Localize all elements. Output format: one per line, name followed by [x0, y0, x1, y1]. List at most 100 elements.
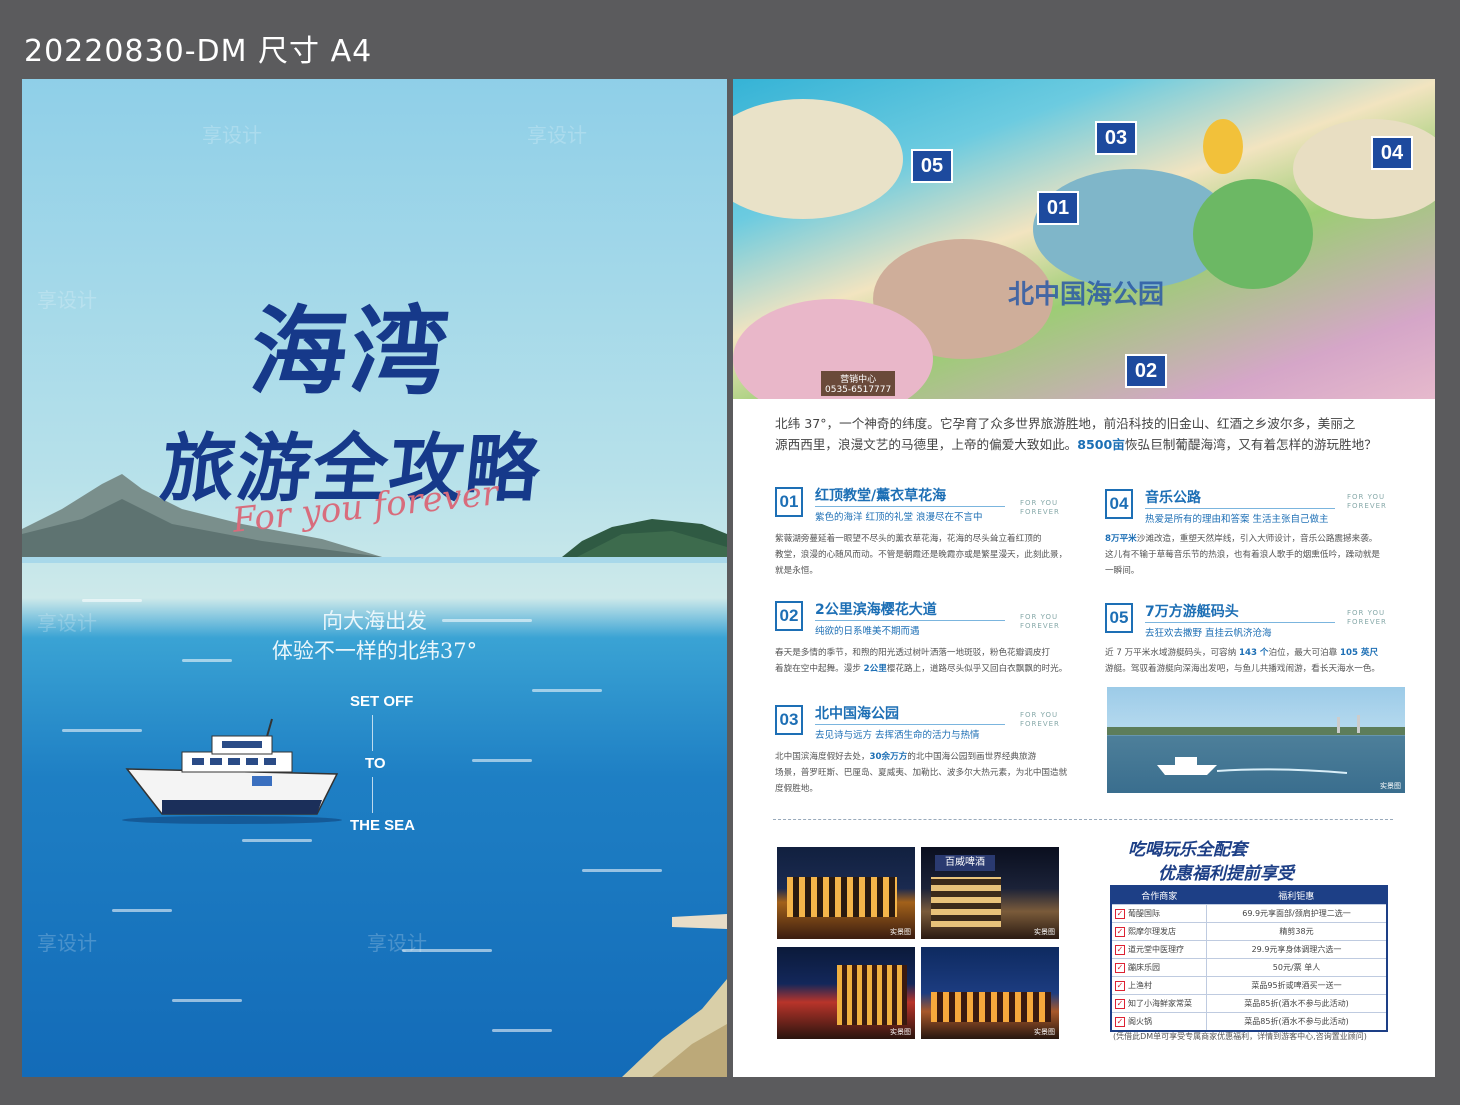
mountains-illustration	[22, 474, 727, 1077]
attraction-title: 红顶教堂/薰衣草花海	[815, 488, 947, 504]
wave	[112, 909, 172, 912]
sales-center-label: 营销中心	[840, 375, 877, 385]
wave	[582, 869, 662, 872]
table-row: ✓ 道元堂中医理疗 29.9元享身体调理六选一	[1112, 940, 1386, 959]
wave	[82, 599, 142, 602]
body-text: 近 7 万平米水域游艇码头，可容纳	[1105, 648, 1239, 658]
building-lights	[931, 877, 1001, 927]
body-text: 着旋在空中起舞。漫步	[775, 664, 864, 674]
attraction-subtitle: 纯欲的日系唯美不期而遇	[815, 626, 920, 637]
benefit-cell: 69.9元享面部/颈肩护理二选一	[1206, 904, 1386, 923]
for-you-forever-text: FOR YOU FOREVER	[1020, 711, 1060, 728]
perks-table-grid: 合作商家 福利钜惠 ✓ 葡醍国际 69.9元享面部/颈肩护理二选一 ✓ 熙摩尔理发店…	[1112, 887, 1386, 1030]
intro-line2-a: 源西西里，浪漫文艺的马德里，上帝的偏爱大致如此。	[775, 437, 1078, 452]
body-highlight: 143 个	[1238, 648, 1269, 658]
cover-slogan-line2: 体验不一样的北纬37°	[271, 639, 478, 663]
for-you-forever-text: FOR YOU FOREVER	[1020, 499, 1060, 516]
checkbox-icon: ✓	[1115, 927, 1125, 937]
merchant-cell: ✓ 熙摩尔理发店	[1112, 922, 1207, 941]
map-badge-01[interactable]: 01	[1037, 191, 1079, 225]
map-badge-05[interactable]: 05	[911, 149, 953, 183]
body-line: 近 7 万平米水域游艇码头，可容纳 143 个泊位，最大可泊靠 105 英尺	[1105, 645, 1405, 661]
map-badge-04[interactable]: 04	[1371, 136, 1413, 170]
page-header-title: 20220830-DM 尺寸 A4	[24, 34, 373, 69]
checkbox-icon: ✓	[1115, 963, 1125, 973]
map-badge-02[interactable]: 02	[1125, 354, 1167, 388]
wave	[472, 759, 532, 762]
attraction-number: 04	[1105, 489, 1133, 519]
horizon-line	[22, 557, 727, 563]
for-you-forever-text: FOR YOU FOREVER	[1347, 609, 1387, 626]
checkbox-icon: ✓	[1115, 909, 1125, 919]
benefit-cell: 菜品85折(酒水不参与此活动)	[1206, 994, 1386, 1013]
map-beach	[733, 99, 903, 219]
night-photo: 实景图	[777, 847, 915, 939]
map-badge-03[interactable]: 03	[1095, 121, 1137, 155]
attraction-body: 紫薇湖旁蔓延着一眼望不尽头的薰衣草花海，花海的尽头耸立着红顶的 教堂，浪漫的心随…	[775, 531, 1075, 579]
photo-caption: 实景图	[890, 1028, 911, 1036]
attraction-title: 7万方游艇码头	[1145, 604, 1239, 620]
map-garden	[1193, 179, 1313, 289]
table-row: ✓ 知了小海鲜家常菜 菜品85折(酒水不参与此活动)	[1112, 994, 1386, 1013]
merchant-name: 知了小海鲜家常菜	[1128, 999, 1192, 1008]
photo-caption: 实景图	[890, 928, 911, 936]
shop-sign: 百威啤酒	[935, 855, 995, 871]
body-highlight: 105 英尺	[1340, 648, 1379, 658]
map-park-name: 北中国海公园	[1008, 280, 1165, 310]
table-row: ✓ 葡醍国际 69.9元享面部/颈肩护理二选一	[1112, 904, 1386, 923]
section-divider	[773, 819, 1393, 820]
the-sea-text: THE SEA	[350, 817, 416, 834]
wave	[242, 839, 312, 842]
map-sales-center: 营销中心 0535-6517777	[821, 371, 896, 396]
night-photo: 实景图	[921, 947, 1059, 1039]
body-text: 北中国滨海度假好去处，	[775, 752, 870, 762]
merchant-name: 葡醍国际	[1128, 909, 1160, 918]
to-text: TO	[365, 755, 386, 772]
body-line: 北中国滨海度假好去处，30余万方的北中国海公园到画世界经典旅游	[775, 749, 1075, 765]
table-row: ✓ 上渔村 菜品95折或啤酒买一送一	[1112, 976, 1386, 995]
wave	[532, 689, 602, 692]
title-underline	[815, 620, 1005, 621]
attraction-subtitle: 去见诗与远方 去挥洒生命的活力与热情	[815, 730, 980, 741]
wave	[402, 949, 492, 952]
wave	[492, 1029, 552, 1032]
attraction-body: 北中国滨海度假好去处，30余万方的北中国海公园到画世界经典旅游 场景，普罗旺斯、…	[775, 749, 1075, 797]
attraction-number: 02	[775, 601, 803, 631]
body-highlight: 30余万方	[869, 752, 908, 762]
building-lights	[787, 877, 897, 917]
body-line: 场景，普罗旺斯、巴厘岛、夏威夷、加勒比、波多尔大热元素，为北中国造就	[775, 768, 1068, 778]
body-text: 樱花路上，道路尽头似乎又回白衣飘飘的时光。	[886, 664, 1068, 674]
body-line: 紫薇湖旁蔓延着一眼望不尽头的薰衣草花海，花海的尽头耸立着红顶的	[775, 534, 1042, 544]
attraction-title: 2公里滨海樱花大道	[815, 602, 937, 618]
photo-caption: 实景图	[1034, 928, 1055, 936]
perks-table-header: 合作商家 福利钜惠	[1112, 887, 1386, 905]
perks-footnote: (凭借此DM单可享受专属商家优惠福利，详情到游客中心,咨询置业顾问)	[1113, 1032, 1367, 1041]
merchant-cell: ✓ 葡醍国际	[1112, 904, 1207, 923]
merchant-name: 上渔村	[1128, 981, 1152, 990]
intro-line2-c: 恢弘巨制葡醍海湾，又有着怎样的游玩胜地？	[1124, 437, 1377, 452]
body-line: 着旋在空中起舞。漫步 2公里樱花路上，道路尽头似乎又回白衣飘飘的时光。	[775, 661, 1075, 677]
intro-line1: 北纬 37°，一个神奇的纬度。它孕育了众多世界旅游胜地，前沿科技的旧金山、红酒之…	[775, 416, 1356, 431]
col-benefit: 福利钜惠	[1206, 887, 1386, 905]
merchant-cell: ✓ 蹦床乐园	[1112, 958, 1207, 977]
cover-panel: 海湾 旅游全攻略 For you forever 向大海出发 体验不一样的北纬3…	[22, 79, 727, 1077]
night-photo: 实景图	[777, 947, 915, 1039]
merchant-name: 道元堂中医理疗	[1128, 945, 1184, 954]
vertical-divider	[372, 715, 373, 751]
for-you-forever-text: FOR YOU FOREVER	[1347, 493, 1387, 510]
checkbox-icon: ✓	[1115, 981, 1125, 991]
checkbox-icon: ✓	[1115, 945, 1125, 955]
for-you-forever-text: FOR YOU FOREVER	[1020, 613, 1060, 630]
cover-title-line1: 海湾	[245, 295, 458, 408]
perks-headline-1: 吃喝玩乐全配套	[1128, 840, 1247, 860]
title-underline	[1145, 622, 1335, 623]
photo-caption: 实景图	[1034, 1028, 1055, 1036]
body-line: 春天是多情的季节，和煦的阳光透过树叶洒落一地斑驳，粉色花瓣调皮打	[775, 648, 1051, 658]
sales-center-phone: 0535-6517777	[825, 385, 892, 395]
table-row: ✓ 阁火锅 菜品85折(酒水不参与此活动)	[1112, 1012, 1386, 1030]
attraction-title: 音乐公路	[1145, 490, 1201, 506]
marina-photo: 实景图	[1107, 687, 1405, 793]
title-underline	[815, 724, 1005, 725]
set-off-text: SET OFF	[350, 693, 414, 710]
perks-table: 合作商家 福利钜惠 ✓ 葡醍国际 69.9元享面部/颈肩护理二选一 ✓ 熙摩尔理发店…	[1110, 885, 1388, 1032]
